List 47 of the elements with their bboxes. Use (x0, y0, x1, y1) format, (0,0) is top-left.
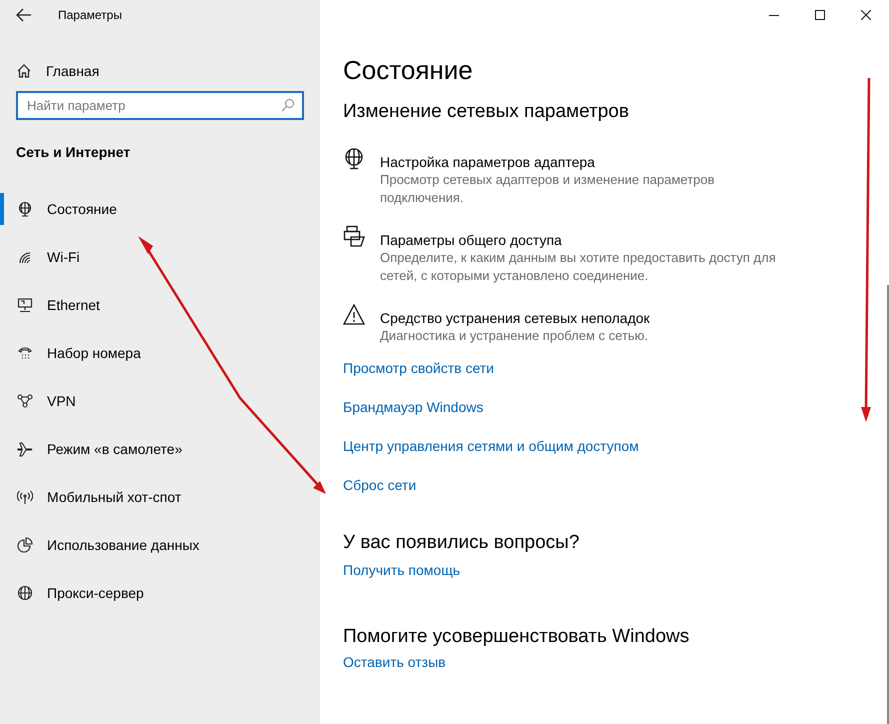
hotspot-icon (17, 489, 33, 505)
feedback-link[interactable]: Оставить отзыв (343, 652, 446, 673)
help-heading: У вас появились вопросы? (343, 531, 580, 555)
maximize-icon (815, 10, 825, 20)
window-title: Параметры (58, 7, 122, 24)
nav-item[interactable]: Мобильный хот-спот (0, 485, 320, 509)
option-description: Определите, к каким данным вы хотите предоставить доступ для сетей, с которыми установлено соединение. (380, 249, 777, 285)
printer-folder-icon (343, 225, 366, 248)
page-title: Состояние (343, 54, 474, 87)
nav-item[interactable]: VPN (0, 389, 320, 413)
vpn-icon (17, 393, 33, 409)
option-title[interactable]: Средство устранения сетевых неполадок (380, 309, 780, 327)
search-icon[interactable] (281, 98, 295, 112)
dialup-icon (17, 345, 33, 361)
nav-item[interactable]: Wi-Fi (0, 245, 320, 269)
nav-item[interactable]: Прокси-сервер (0, 581, 320, 605)
option-description: Диагностика и устранение проблем с сетью. (380, 327, 650, 345)
nav-item[interactable]: Использование данных (0, 533, 320, 557)
scrollbar[interactable] (887, 285, 889, 724)
nav-item[interactable]: Ethernet (0, 293, 320, 317)
status-icon (17, 201, 33, 217)
airplane-icon (17, 441, 33, 457)
settings-link[interactable]: Просмотр свойств сети (343, 359, 494, 378)
settings-link[interactable]: Сброс сети (343, 476, 416, 495)
search-field[interactable]: Найти параметр (16, 91, 304, 120)
feedback-heading: Помогите усовершенствовать Windows (343, 625, 690, 649)
warning-icon (343, 303, 366, 326)
selection-indicator (0, 193, 4, 225)
nav-item[interactable]: Состояние (0, 197, 320, 221)
ethernet-icon (17, 297, 33, 313)
settings-link[interactable]: Центр управления сетями и общим доступом (343, 437, 639, 456)
back-icon[interactable] (16, 8, 32, 22)
option-description: Просмотр сетевых адаптеров и изменение параметров подключения. (380, 171, 716, 207)
option-title[interactable]: Настройка параметров адаптера (380, 153, 780, 171)
section-heading: Изменение сетевых параметров (343, 100, 630, 124)
nav-item[interactable]: Режим «в самолете» (0, 437, 320, 461)
option-title[interactable]: Параметры общего доступа (380, 231, 780, 249)
home-link[interactable]: Главная (46, 60, 100, 82)
data-icon (17, 537, 33, 553)
help-link[interactable]: Получить помощь (343, 560, 460, 581)
minimize-icon (769, 14, 779, 16)
close-icon (861, 10, 871, 20)
settings-link[interactable]: Брандмауэр Windows (343, 398, 484, 417)
proxy-icon (17, 585, 33, 601)
section-heading: Сеть и Интернет (15, 143, 132, 162)
home-icon (16, 63, 32, 79)
nav-item[interactable]: Набор номера (0, 341, 320, 365)
